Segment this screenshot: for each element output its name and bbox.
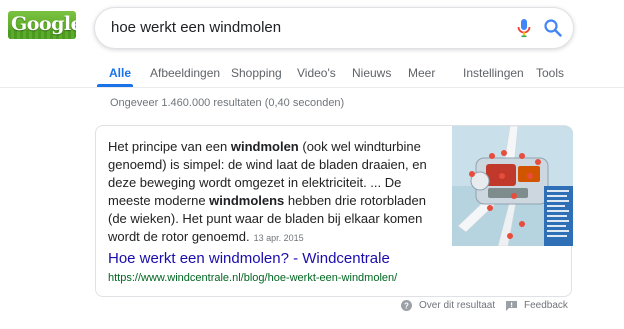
tab-meer[interactable]: Meer [408,66,435,80]
help-icon: ? [401,300,412,311]
result-stats: Ongeveer 1.460.000 resultaten (0,40 seco… [110,97,345,109]
tab-instellingen[interactable]: Instellingen [463,66,524,80]
result-title-link[interactable]: Hoe werkt een windmolen? - Windcentrale [108,250,390,267]
microphone-icon[interactable] [515,18,533,38]
snippet-bold: windmolen [230,139,299,154]
tab-videos[interactable]: Video's [297,66,336,80]
tab-alle[interactable]: Alle [109,66,131,80]
featured-snippet-card: Het principe van een windmolen (ook wel … [95,125,573,297]
result-url[interactable]: https://www.windcentrale.nl/blog/hoe-wer… [108,272,397,284]
search-icon[interactable] [543,18,563,38]
google-doodle-logo[interactable]: Google [8,11,76,39]
snippet-part: Het principe van een [108,139,231,154]
logo-text: Google [11,13,76,35]
tab-tools[interactable]: Tools [536,66,564,80]
tabs-divider [0,87,624,88]
about-result-link[interactable]: ? Over dit resultaat [401,300,495,311]
snippet-date: 13 apr. 2015 [253,233,304,243]
tab-nieuws[interactable]: Nieuws [352,66,391,80]
svg-text:?: ? [404,302,409,311]
snippet-bold: windmolens [209,193,285,208]
feedback-icon [506,300,517,311]
feedback-link[interactable]: Feedback [506,300,568,311]
wind-turbine-diagram-image[interactable] [452,126,573,246]
feedback-label: Feedback [524,300,568,311]
tab-shopping[interactable]: Shopping [231,66,282,80]
search-input[interactable] [111,19,491,36]
search-box[interactable] [94,7,574,49]
tab-afbeeldingen[interactable]: Afbeeldingen [150,66,220,80]
search-tabs: Alle Afbeeldingen Shopping Video's Nieuw… [0,66,624,88]
about-result-label: Over dit resultaat [419,300,496,311]
snippet-text: Het principe van een windmolen (ook wel … [108,138,443,247]
